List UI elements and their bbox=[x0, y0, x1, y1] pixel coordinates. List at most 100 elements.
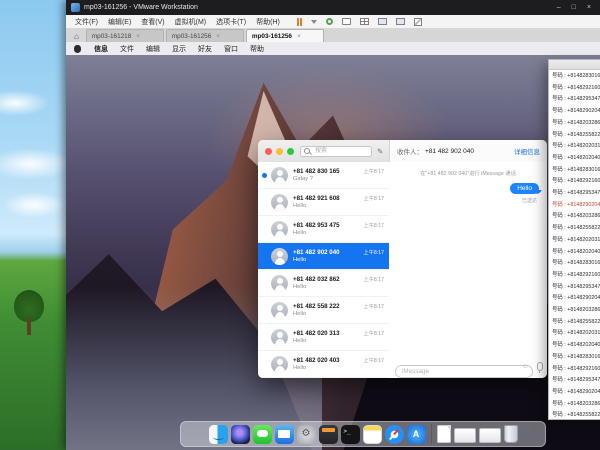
minimize-window-button[interactable] bbox=[276, 148, 283, 155]
chat-notice: 在"+81 482 902 040"进行 iMessage 通话 bbox=[389, 169, 547, 177]
dock-appstore-icon[interactable] bbox=[407, 425, 426, 444]
menu-item[interactable]: 查看(V) bbox=[136, 17, 169, 27]
to-value[interactable]: +81 482 902 040 bbox=[425, 148, 474, 155]
maximize-button[interactable]: □ bbox=[572, 0, 576, 15]
conversation-row[interactable]: +81 482 020 403 上午8:17 Hello bbox=[258, 351, 389, 378]
menu-list: 文件(F)编辑(E)查看(V)虚拟机(M)选项卡(T)帮助(H) bbox=[70, 17, 285, 27]
avatar bbox=[271, 221, 288, 238]
compose-button[interactable]: ✎ bbox=[377, 147, 383, 156]
tab-close-icon[interactable]: × bbox=[297, 33, 301, 40]
conversation-row[interactable]: +81 482 830 165 上午8:17 Giday ? bbox=[258, 162, 389, 189]
menu-item[interactable]: 编辑(E) bbox=[103, 17, 136, 27]
menu-item[interactable]: 帮助(H) bbox=[251, 17, 285, 27]
log-row: 号码 : +81482921608 bbox=[552, 176, 600, 188]
log-row: 号码 : +81482902040 bbox=[552, 293, 600, 305]
conversation-number: +81 482 032 862 bbox=[293, 276, 340, 283]
conversation-row[interactable]: +81 482 902 040 上午8:17 Hello bbox=[258, 243, 389, 270]
conversation-time: 上午8:17 bbox=[364, 303, 386, 310]
menu-item[interactable]: 文件(F) bbox=[70, 17, 103, 27]
details-link[interactable]: 详细信息 bbox=[514, 146, 540, 156]
conversation-number: +81 482 020 403 bbox=[293, 357, 340, 364]
dock-notes-icon[interactable] bbox=[363, 425, 382, 444]
log-row: 号码 : +81482032862 bbox=[552, 211, 600, 223]
dock-siri-icon[interactable] bbox=[231, 425, 250, 444]
home-tab-icon[interactable]: ⌂ bbox=[69, 32, 84, 42]
vmware-window: mp03-161256 - VMware Workstation –□× 文件(… bbox=[66, 0, 600, 450]
snapshot-manager-button[interactable] bbox=[360, 18, 369, 25]
log-row: 号码 : +81482558222 bbox=[552, 223, 600, 235]
log-row: 号码 : +81482558222 bbox=[552, 317, 600, 329]
dock-minimized-window-icon-2[interactable] bbox=[479, 428, 501, 443]
delivered-status: 已送达 bbox=[522, 197, 537, 204]
vm-tab[interactable]: mp03-161256 × bbox=[166, 29, 244, 42]
macos-menu-item[interactable]: 信息 bbox=[88, 44, 114, 54]
apple-menu-icon[interactable] bbox=[74, 45, 81, 53]
dock-document-icon[interactable] bbox=[437, 425, 451, 443]
macos-menu-item[interactable]: 显示 bbox=[166, 44, 192, 54]
log-row-list: 号码 : +81482830165号码 : +81482921608号码 : +… bbox=[549, 70, 600, 420]
sent-message-bubble: Hello bbox=[510, 183, 539, 194]
conversation-row[interactable]: +81 482 032 862 上午8:17 Hello bbox=[258, 270, 389, 297]
conversation-row[interactable]: +81 482 921 608 上午8:17 Hello bbox=[258, 189, 389, 216]
zoom-window-button[interactable] bbox=[287, 148, 294, 155]
dock-trash-icon[interactable] bbox=[504, 425, 518, 443]
log-window-titlebar[interactable] bbox=[549, 60, 600, 70]
log-row: 号码 : +81482020313 bbox=[552, 328, 600, 340]
dock-calculator-icon[interactable] bbox=[319, 425, 338, 444]
conversation-number: +81 482 558 222 bbox=[293, 303, 340, 310]
minimize-button[interactable]: – bbox=[557, 0, 561, 15]
dock-finder-icon[interactable] bbox=[209, 425, 228, 444]
dock-minimized-window-icon[interactable] bbox=[454, 428, 476, 443]
avatar bbox=[271, 167, 288, 184]
log-row: 号码 : +81482953475 bbox=[552, 94, 600, 106]
dock-terminal-icon[interactable] bbox=[341, 425, 360, 444]
close-button[interactable]: × bbox=[587, 0, 591, 15]
log-row: 号码 : +81482921608 bbox=[552, 83, 600, 95]
conversation-row[interactable]: +81 482 953 475 上午8:17 Hello bbox=[258, 216, 389, 243]
tab-close-icon[interactable]: × bbox=[136, 33, 140, 40]
search-box[interactable] bbox=[300, 146, 372, 157]
dock-safari-icon[interactable] bbox=[385, 425, 404, 444]
tab-close-icon[interactable]: × bbox=[216, 33, 220, 40]
macos-menu-item[interactable]: 文件 bbox=[114, 44, 140, 54]
dock-mail-icon[interactable] bbox=[275, 425, 294, 444]
log-row: 号码 : +81482953475 bbox=[552, 282, 600, 294]
vm-tab[interactable]: mp03-161218 × bbox=[86, 29, 164, 42]
menu-item[interactable]: 虚拟机(M) bbox=[170, 17, 212, 27]
snapshot-button[interactable] bbox=[342, 18, 351, 25]
vmware-titlebar[interactable]: mp03-161256 - VMware Workstation –□× bbox=[66, 0, 600, 15]
console-view-button[interactable] bbox=[378, 18, 387, 25]
search-input[interactable] bbox=[313, 147, 368, 155]
conversation-number: +81 482 020 313 bbox=[293, 330, 340, 337]
conversation-time: 上午8:17 bbox=[364, 357, 386, 364]
log-row: 号码 : +81482921608 bbox=[552, 270, 600, 282]
dock-messages-icon[interactable] bbox=[253, 425, 272, 444]
macos-menu-item[interactable]: 窗口 bbox=[218, 44, 244, 54]
avatar bbox=[271, 248, 288, 265]
log-row: 号码 : +81482032862 bbox=[552, 305, 600, 317]
vm-tab[interactable]: mp03-161256 × bbox=[246, 29, 324, 42]
emoji-picker-icon[interactable]: ☺ bbox=[522, 363, 529, 371]
log-row: 号码 : +81482953475 bbox=[552, 188, 600, 200]
macos-menu-item[interactable]: 好友 bbox=[192, 44, 218, 54]
macos-menu-item[interactable]: 编辑 bbox=[140, 44, 166, 54]
fullscreen-button[interactable] bbox=[414, 18, 422, 26]
vmware-tabbar: ⌂ mp03-161218 × mp03-161256 × mp03-16125… bbox=[66, 28, 600, 43]
pause-menu-caret[interactable] bbox=[311, 20, 317, 24]
power-button[interactable] bbox=[326, 18, 333, 25]
pause-button[interactable] bbox=[297, 18, 302, 26]
conversation-row[interactable]: +81 482 020 313 上午8:17 Hello bbox=[258, 324, 389, 351]
cloud bbox=[2, 192, 66, 218]
close-window-button[interactable] bbox=[265, 148, 272, 155]
avatar bbox=[271, 194, 288, 211]
log-row: 号码 : +81482902040 bbox=[552, 387, 600, 399]
dictation-mic-icon[interactable] bbox=[537, 362, 543, 371]
message-input[interactable] bbox=[395, 365, 533, 378]
conversation-preview: Hello bbox=[293, 311, 386, 317]
macos-menu-item[interactable]: 帮助 bbox=[244, 44, 270, 54]
conversation-row[interactable]: +81 482 558 222 上午8:17 Hello bbox=[258, 297, 389, 324]
dock-settings-icon[interactable] bbox=[297, 425, 316, 444]
unity-view-button[interactable] bbox=[396, 18, 405, 25]
menu-item[interactable]: 选项卡(T) bbox=[211, 17, 251, 27]
dock bbox=[180, 421, 546, 447]
